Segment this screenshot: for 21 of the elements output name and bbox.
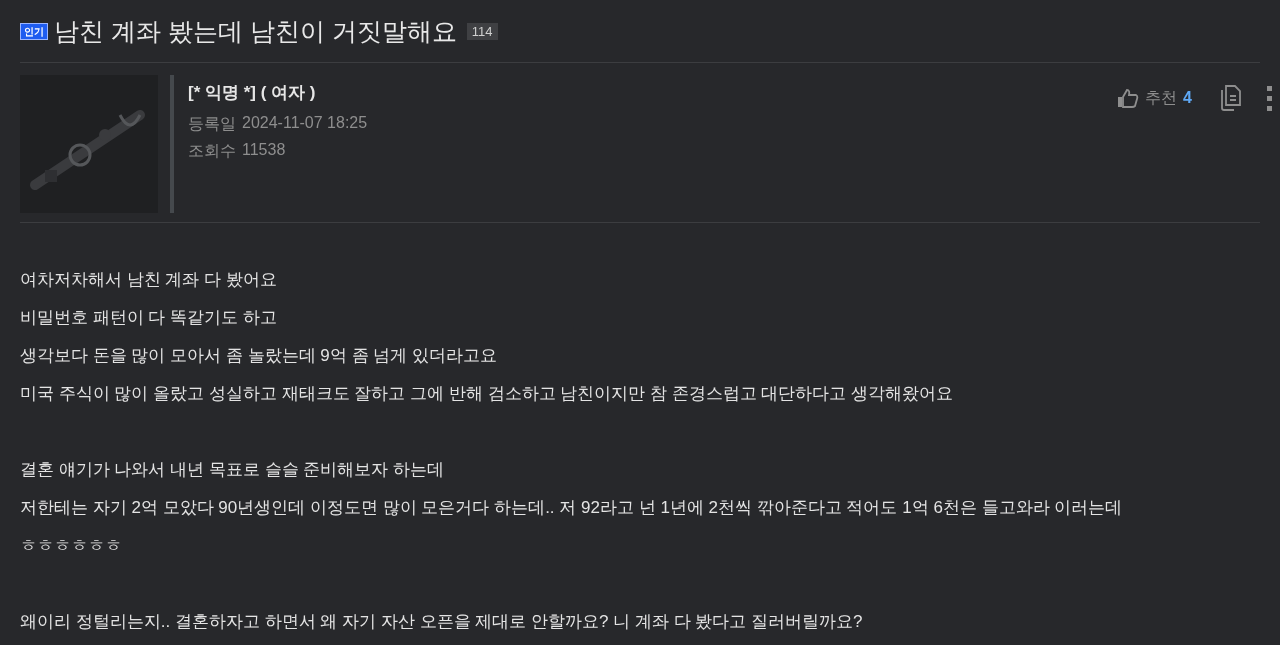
copy-icon[interactable] <box>1218 85 1242 111</box>
post-title: 남친 계좌 봤는데 남친이 거짓말해요 <box>54 15 457 47</box>
body-text: 미국 주식이 많이 올랐고 성실하고 재태크도 잘하고 그에 반해 검소하고 남친이지만 참 존경스럽고 대단하다고 생각해왔어요 <box>20 383 955 405</box>
body-text: 저한테는 자기 2억 모았다 90년생인데 이정도면 많이 모은거다 하는데.. 저 92라고 넌 1년에 2천씩 깎아준다고 적어도 1억 6천은 들고와라 이러는데 <box>20 497 1124 519</box>
author-name: [* 익명 *] ( 여자 ) <box>188 82 317 104</box>
more-icon[interactable] <box>1266 85 1274 111</box>
body-text: 여차저차해서 남친 계좌 다 봤어요 <box>20 269 278 291</box>
comment-count: 114 <box>466 22 498 40</box>
meta-value: 2024-11-07 18:25 <box>242 114 368 133</box>
body-text: 결혼 얘기가 나와서 내년 목표로 슬슬 준비해보자 하는데 <box>20 459 446 481</box>
meta-value: 11538 <box>242 141 286 160</box>
recommend-count: 4 <box>1183 89 1192 107</box>
body-text: 비밀번호 패턴이 다 똑같기도 하고 <box>20 307 278 329</box>
recommend-label: 추천 <box>1145 87 1178 108</box>
meta-label: 조회수 <box>188 141 236 161</box>
thumbs-up-icon[interactable] <box>1117 87 1140 109</box>
body-text: 왜이리 정털리는지.. 결혼하자고 하면서 왜 자기 자산 오픈을 제대로 안할까요? 니 계좌 다 봤다고 질러버릴까요? <box>20 611 864 633</box>
popular-badge: 인기 <box>20 22 48 40</box>
meta-label: 등록일 <box>188 114 236 134</box>
body-text: 생각보다 돈을 많이 모아서 좀 놀랐는데 9억 좀 넘게 있더라고요 <box>20 345 498 367</box>
body-text: ㅎㅎㅎㅎㅎㅎ <box>20 535 123 557</box>
